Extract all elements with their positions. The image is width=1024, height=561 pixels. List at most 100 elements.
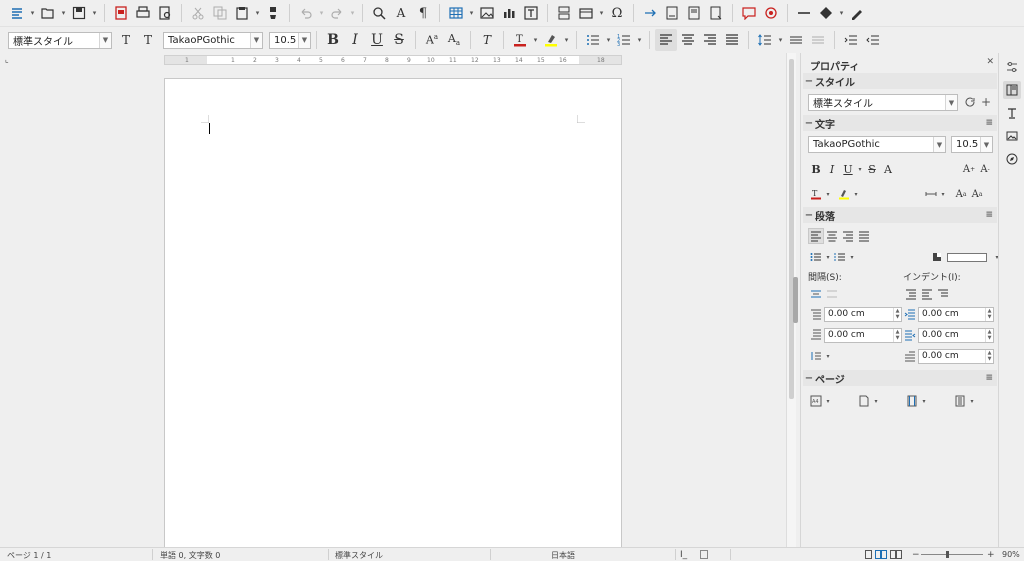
highlight-icon[interactable] [836,186,852,202]
margins-dropdown[interactable]: ▾ [920,398,928,405]
superscript-icon[interactable]: Aa [421,29,443,51]
sidebar-font-combo[interactable]: TakaoPGothic ▼ [808,136,946,153]
close-icon[interactable]: ✕ [986,57,994,67]
page-style[interactable]: 標準スタイル [335,550,383,561]
bookmark-icon[interactable] [705,2,727,24]
align-left-icon[interactable] [655,29,677,51]
decrease-spacing-icon[interactable] [824,286,840,302]
paragraph-background-icon[interactable] [929,249,945,265]
styles-tab-icon[interactable] [1003,104,1021,122]
strikethrough-icon[interactable]: S [864,161,880,177]
columns-icon[interactable] [952,393,968,409]
find-replace-icon[interactable] [368,2,390,24]
highlight-dropdown[interactable]: ▾ [852,191,860,198]
first-line-spinner[interactable]: 0.00 cm ▲ ▼ [918,348,994,364]
scrollbar-thumb[interactable] [789,59,794,399]
footnote-icon[interactable] [661,2,683,24]
table-dropdown[interactable]: ▾ [467,2,476,24]
document-modified-icon[interactable] [700,550,708,561]
open-dropdown[interactable]: ▾ [59,2,68,24]
insert-line-icon[interactable] [793,2,815,24]
special-character-icon[interactable]: Ω [606,2,628,24]
page-count[interactable]: ページ 1 / 1 [7,550,51,561]
align-center-icon[interactable] [824,228,840,244]
align-center-icon[interactable] [677,29,699,51]
character-spacing-dropdown[interactable]: ▾ [939,191,947,198]
font-color-icon[interactable]: T [808,186,824,202]
decrease-indent-icon[interactable] [862,29,884,51]
copy-icon[interactable] [209,2,231,24]
line-spacing-dropdown[interactable]: ▾ [824,353,832,360]
formatting-marks-icon[interactable]: ¶ [412,2,434,24]
underline-icon[interactable]: U [366,29,388,51]
spin-arrows-icon[interactable]: ▲ ▼ [985,328,993,342]
insert-mode-icon[interactable]: I_ [680,550,687,560]
spin-arrows-icon[interactable]: ▲ ▼ [893,328,901,342]
collapse-icon[interactable]: − [803,210,815,221]
unordered-list-dropdown[interactable]: ▾ [824,254,832,261]
chevron-down-icon[interactable]: ▼ [945,95,957,110]
draw-functions-icon[interactable] [846,2,868,24]
cut-icon[interactable] [187,2,209,24]
line-spacing-icon[interactable] [808,348,824,364]
style-section-header[interactable]: − スタイル [803,73,997,89]
shapes-dropdown[interactable]: ▾ [837,2,846,24]
background-color-swatch[interactable] [947,252,987,262]
character-section-header[interactable]: − 文字 ≡ [803,115,997,131]
decrease-indent-icon[interactable] [919,286,935,302]
undo-icon[interactable] [295,2,317,24]
new-document-icon[interactable] [6,2,28,24]
font-name-combo[interactable]: TakaoPGothic ▼ [163,31,263,49]
align-right-icon[interactable] [840,228,856,244]
ruler-bar[interactable]: 1 1 2 3 4 5 6 7 8 9 10 11 12 13 14 15 16… [164,55,622,65]
chevron-down-icon[interactable]: ▼ [99,32,111,48]
navigator-tab-icon[interactable] [1003,150,1021,168]
document-page[interactable] [164,78,622,547]
page-size-dropdown[interactable]: ▾ [824,398,832,405]
more-options-icon[interactable]: ≡ [985,118,993,128]
zoom-out-button[interactable]: − [912,550,920,560]
bold-icon[interactable]: B [808,161,824,177]
clone-formatting-icon[interactable] [262,2,284,24]
italic-icon[interactable]: I [344,29,366,51]
more-options-icon[interactable]: ≡ [985,210,993,220]
gallery-tab-icon[interactable] [1003,127,1021,145]
print-icon[interactable] [132,2,154,24]
spelling-icon[interactable]: A [390,2,412,24]
open-icon[interactable] [37,2,59,24]
new-style-icon[interactable]: + [978,94,994,110]
columns-dropdown[interactable]: ▾ [968,398,976,405]
below-paragraph-spinner[interactable]: 0.00 cm ▲ ▼ [824,327,902,343]
save-icon[interactable] [68,2,90,24]
ordered-list-icon[interactable]: 123 [613,29,635,51]
spin-arrows-icon[interactable]: ▲ ▼ [893,307,901,321]
sidebar-style-combo[interactable]: 標準スタイル ▼ [808,94,958,111]
new-dropdown[interactable]: ▾ [28,2,37,24]
highlight-dropdown[interactable]: ▾ [562,29,571,51]
sidebar-splitter-handle[interactable] [793,277,798,323]
zoom-in-button[interactable]: + [987,550,995,560]
comment-icon[interactable] [738,2,760,24]
unordered-list-icon[interactable] [808,249,824,265]
chevron-down-icon[interactable]: ▼ [980,137,992,152]
collapse-icon[interactable]: − [803,118,815,129]
redo-dropdown[interactable]: ▾ [348,2,357,24]
redo-icon[interactable] [326,2,348,24]
document-area[interactable] [0,67,786,547]
paste-icon[interactable] [231,2,253,24]
align-justify-icon[interactable] [721,29,743,51]
before-text-spinner[interactable]: 0.00 cm ▲ ▼ [918,306,994,322]
new-style-icon[interactable]: T [137,29,159,51]
sidebar-settings-icon[interactable] [1003,58,1021,76]
spin-arrows-icon[interactable]: ▲ ▼ [985,349,993,363]
update-style-icon[interactable] [962,94,978,110]
page-section-header[interactable]: − ページ ≡ [803,370,997,386]
orientation-dropdown[interactable]: ▾ [872,398,880,405]
underline-icon[interactable]: U [840,161,856,177]
book-view-icon[interactable] [890,550,902,561]
spin-arrows-icon[interactable]: ▲ ▼ [985,307,993,321]
increase-paragraph-spacing-icon[interactable] [785,29,807,51]
line-spacing-dropdown[interactable]: ▾ [776,29,785,51]
print-preview-icon[interactable] [154,2,176,24]
zoom-level[interactable]: 90% [1002,550,1020,559]
